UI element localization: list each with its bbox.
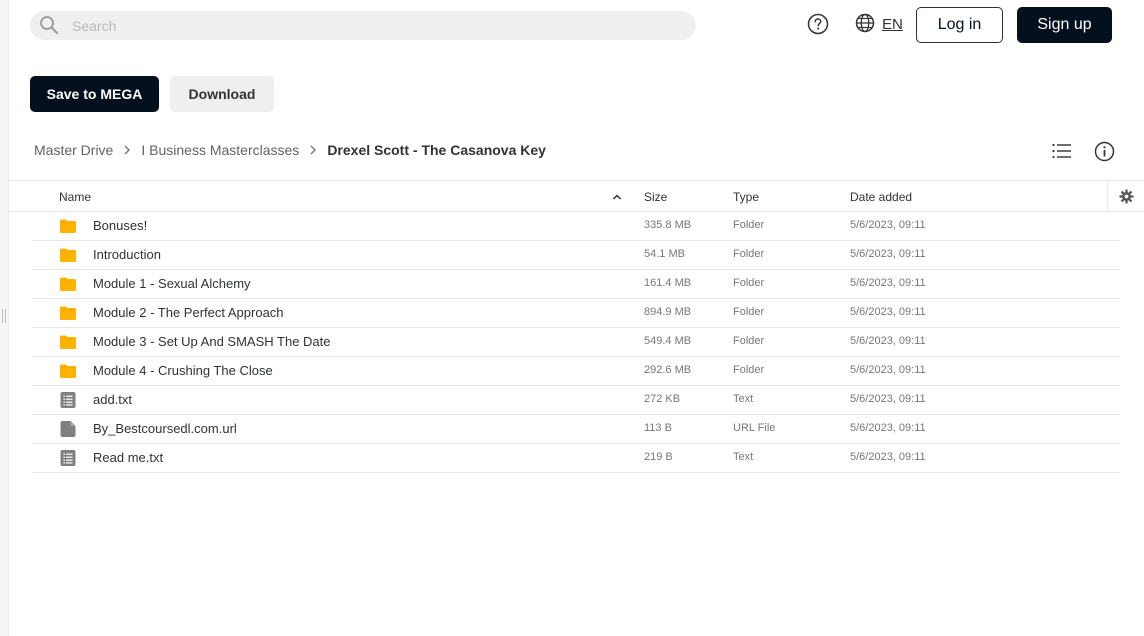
table-row[interactable]: Module 1 - Sexual Alchemy 161.4 MB Folde… (32, 270, 1120, 299)
row-type: Folder (733, 364, 765, 376)
row-date: 5/6/2023, 09:11 (850, 277, 926, 289)
resize-grip-icon[interactable] (2, 309, 6, 323)
text-file-icon (60, 392, 76, 408)
column-header-size[interactable]: Size (644, 190, 667, 204)
folder-icon (60, 364, 76, 378)
table-row[interactable]: Module 2 - The Perfect Approach 894.9 MB… (32, 299, 1120, 328)
search-input[interactable] (72, 11, 682, 40)
row-size: 894.9 MB (644, 306, 692, 318)
chevron-right-icon (113, 144, 141, 156)
row-type: Folder (733, 248, 765, 260)
file-list: Bonuses! 335.8 MB Folder 5/6/2023, 09:11… (32, 212, 1120, 473)
column-header-type[interactable]: Type (733, 190, 759, 204)
column-header-date[interactable]: Date added (850, 190, 912, 204)
folder-icon (60, 219, 76, 233)
row-date: 5/6/2023, 09:11 (850, 393, 926, 405)
breadcrumb: Master Drive I Business Masterclasses Dr… (34, 141, 546, 159)
table-row[interactable]: Module 4 - Crushing The Close 292.6 MB F… (32, 357, 1120, 386)
column-header-name[interactable]: Name (59, 190, 91, 204)
signup-button[interactable]: Sign up (1017, 7, 1112, 43)
search-bar[interactable] (30, 11, 696, 40)
row-type: Folder (733, 335, 765, 347)
login-button[interactable]: Log in (916, 7, 1003, 43)
row-size: 219 B (644, 451, 673, 463)
row-name: Bonuses! (93, 218, 148, 233)
row-type: URL File (733, 422, 776, 434)
help-icon[interactable] (807, 13, 829, 35)
row-size: 292.6 MB (644, 364, 692, 376)
row-name: Module 3 - Set Up And SMASH The Date (93, 334, 331, 349)
row-date: 5/6/2023, 09:11 (850, 335, 926, 347)
row-date: 5/6/2023, 09:11 (850, 219, 926, 231)
row-name: By_Bestcoursedl.com.url (93, 421, 237, 436)
row-size: 113 B (644, 422, 672, 434)
table-row[interactable]: Read me.txt 219 B Text 5/6/2023, 09:11 (32, 444, 1120, 473)
generic-file-icon (60, 421, 76, 437)
row-size: 335.8 MB (644, 219, 692, 231)
row-date: 5/6/2023, 09:11 (850, 248, 926, 260)
row-date: 5/6/2023, 09:11 (850, 306, 926, 318)
globe-icon[interactable] (855, 13, 875, 33)
folder-icon (60, 277, 76, 291)
chevron-right-icon (299, 144, 327, 156)
save-to-mega-button[interactable]: Save to MEGA (30, 76, 159, 112)
folder-icon (60, 335, 76, 349)
column-settings[interactable] (1107, 181, 1144, 211)
row-type: Folder (733, 306, 765, 318)
row-size: 161.4 MB (644, 277, 692, 289)
row-date: 5/6/2023, 09:11 (850, 451, 926, 463)
row-size: 549.4 MB (644, 335, 692, 347)
row-name: Module 2 - The Perfect Approach (93, 305, 284, 320)
row-name: Module 1 - Sexual Alchemy (93, 276, 251, 291)
table-row[interactable]: add.txt 272 KB Text 5/6/2023, 09:11 (32, 386, 1120, 415)
row-type: Folder (733, 277, 765, 289)
sort-ascending-icon[interactable] (612, 193, 622, 201)
row-name: Module 4 - Crushing The Close (93, 363, 273, 378)
breadcrumb-current: Drexel Scott - The Casanova Key (327, 142, 546, 158)
row-type: Text (733, 393, 754, 405)
row-date: 5/6/2023, 09:11 (850, 422, 926, 434)
row-size: 272 KB (644, 393, 681, 405)
table-row[interactable]: Module 3 - Set Up And SMASH The Date 549… (32, 328, 1120, 357)
row-size: 54.1 MB (644, 248, 685, 260)
gear-icon[interactable] (1119, 189, 1134, 204)
row-name: Read me.txt (93, 450, 164, 465)
left-resize-rail[interactable] (0, 0, 9, 636)
search-icon (40, 16, 58, 34)
row-name: Introduction (93, 247, 161, 262)
table-row[interactable]: By_Bestcoursedl.com.url 113 B URL File 5… (32, 415, 1120, 444)
list-view-icon[interactable] (1051, 141, 1073, 161)
row-type: Folder (733, 219, 765, 231)
breadcrumb-item-business-masterclasses[interactable]: I Business Masterclasses (141, 142, 299, 158)
folder-icon (60, 306, 76, 320)
breadcrumb-item-master-drive[interactable]: Master Drive (34, 142, 113, 158)
table-header: Name Size Type Date added (9, 180, 1144, 212)
language-selector[interactable]: EN (882, 16, 903, 33)
row-name: add.txt (93, 392, 133, 407)
row-date: 5/6/2023, 09:11 (850, 364, 926, 376)
info-icon[interactable] (1094, 141, 1115, 162)
table-row[interactable]: Bonuses! 335.8 MB Folder 5/6/2023, 09:11 (32, 212, 1120, 241)
text-file-icon (60, 450, 76, 466)
row-type: Text (733, 451, 754, 463)
download-button[interactable]: Download (170, 76, 274, 112)
table-row[interactable]: Introduction 54.1 MB Folder 5/6/2023, 09… (32, 241, 1120, 270)
folder-icon (60, 248, 76, 262)
